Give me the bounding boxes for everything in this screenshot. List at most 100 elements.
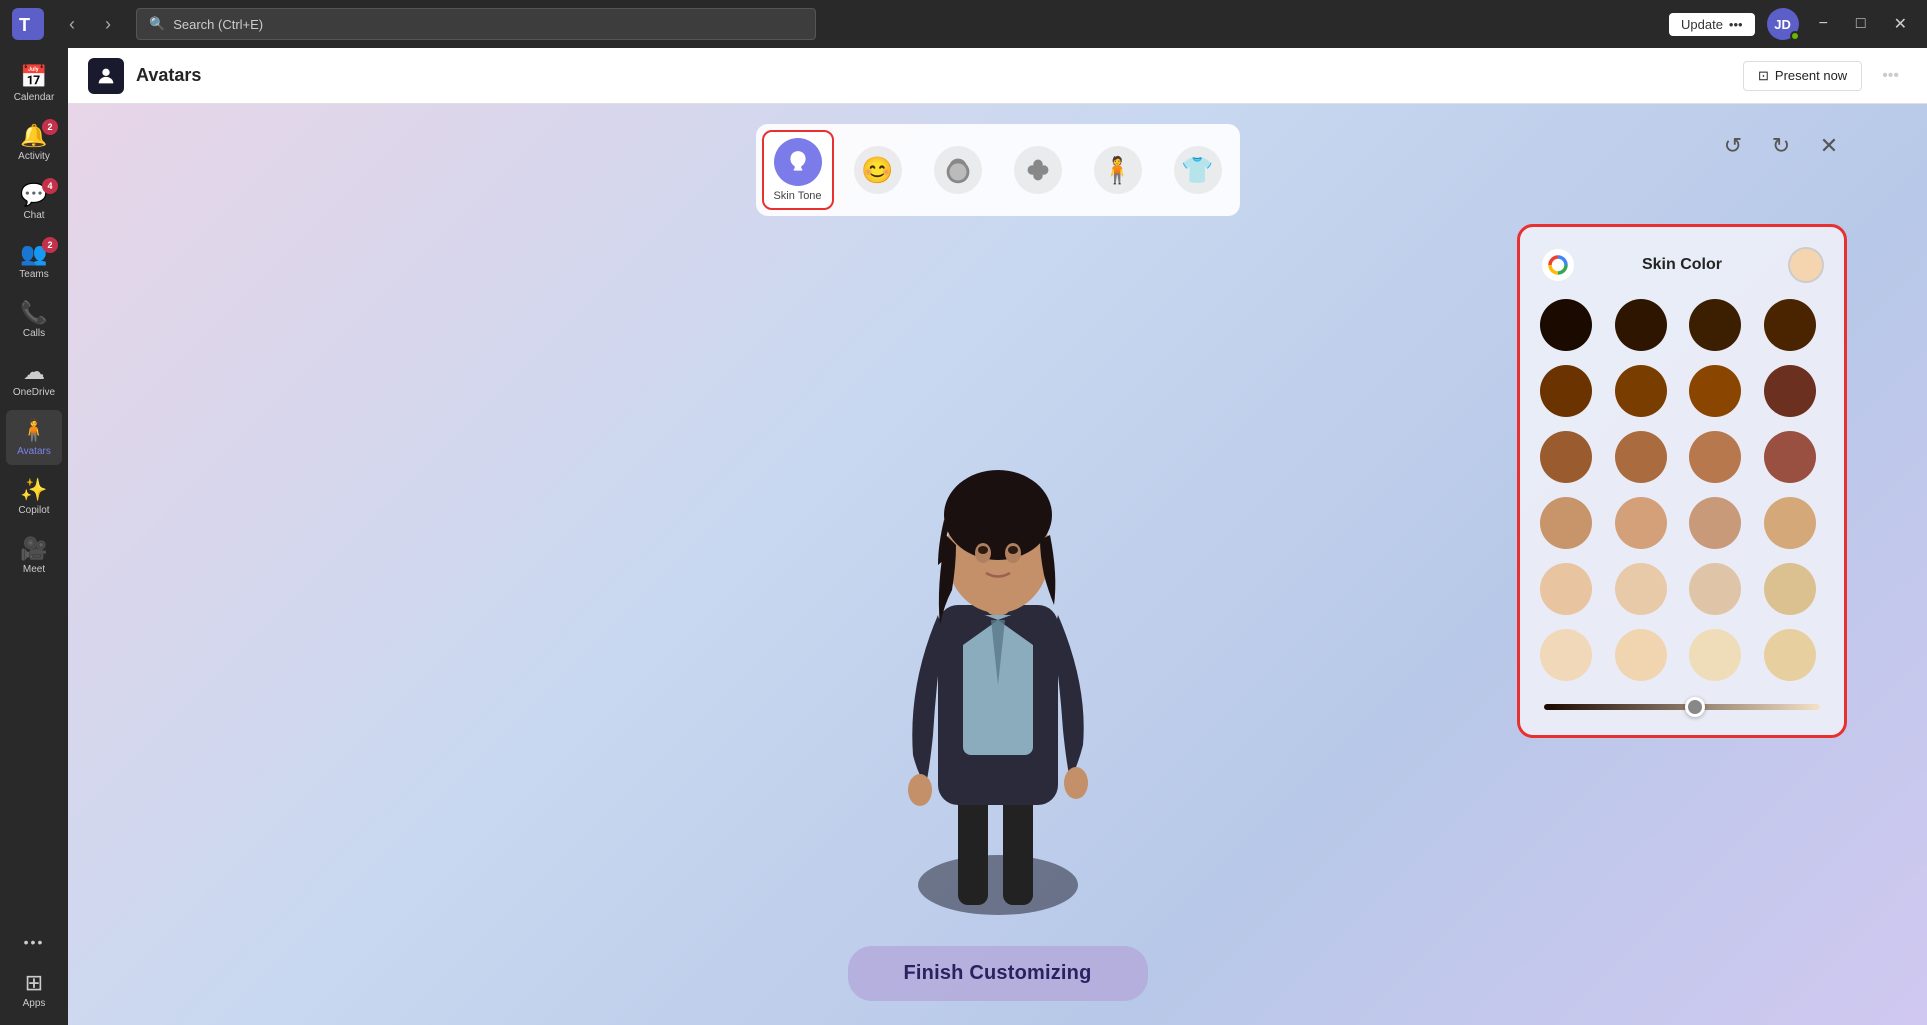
- toolbar-item-face[interactable]: 😊: [842, 130, 914, 210]
- sidebar-item-avatars[interactable]: 🧍 Avatars: [6, 410, 62, 465]
- main-container: 📅 Calendar 🔔 Activity 2 💬 Chat 4 👥 Teams…: [0, 48, 1927, 1025]
- sidebar-item-activity[interactable]: 🔔 Activity 2: [6, 115, 62, 170]
- color-swatch-16[interactable]: [1540, 563, 1592, 615]
- content-header: Avatars ⊡ Present now •••: [68, 48, 1927, 104]
- avatars-icon: 🧍: [20, 418, 47, 444]
- color-swatch-1[interactable]: [1615, 299, 1667, 351]
- sidebar-item-calendar[interactable]: 📅 Calendar: [6, 56, 62, 111]
- color-swatch-3[interactable]: [1764, 299, 1816, 351]
- color-swatch-6[interactable]: [1689, 365, 1741, 417]
- sidebar-item-onedrive[interactable]: ☁ OneDrive: [6, 351, 62, 406]
- hair-icon: [934, 146, 982, 194]
- search-bar[interactable]: 🔍 Search (Ctrl+E): [136, 8, 816, 40]
- color-swatch-5[interactable]: [1615, 365, 1667, 417]
- color-swatch-2[interactable]: [1689, 299, 1741, 351]
- sidebar-label-activity: Activity: [18, 151, 50, 162]
- forward-button[interactable]: ›: [92, 8, 124, 40]
- teams-badge: 2: [42, 237, 58, 253]
- calls-icon: 📞: [20, 300, 47, 326]
- online-status-badge: [1790, 31, 1800, 41]
- sidebar-item-teams[interactable]: 👥 Teams 2: [6, 233, 62, 288]
- skin-color-title: Skin Color: [1642, 256, 1722, 274]
- teams-app-logo: T: [12, 8, 44, 40]
- toolbar-item-outfit[interactable]: 👕: [1162, 130, 1234, 210]
- toolbar-item-body[interactable]: [1002, 130, 1074, 210]
- color-swatch-0[interactable]: [1540, 299, 1592, 351]
- workspace-controls: ↺ ↻ ✕: [1715, 128, 1847, 164]
- color-swatch-17[interactable]: [1615, 563, 1667, 615]
- sidebar-label-copilot: Copilot: [18, 505, 49, 516]
- svg-text:T: T: [19, 15, 30, 35]
- redo-button[interactable]: ↻: [1763, 128, 1799, 164]
- avatars-header-icon: [88, 58, 124, 94]
- sidebar-item-more[interactable]: •••: [6, 926, 62, 958]
- title-bar: T ‹ › 🔍 Search (Ctrl+E) Update ••• JD − …: [0, 0, 1927, 48]
- content-area: Avatars ⊡ Present now •••: [68, 48, 1927, 1025]
- header-more-button[interactable]: •••: [1874, 63, 1907, 89]
- color-swatch-11[interactable]: [1764, 431, 1816, 483]
- color-swatch-18[interactable]: [1689, 563, 1741, 615]
- present-now-button[interactable]: ⊡ Present now: [1743, 61, 1862, 91]
- color-swatch-4[interactable]: [1540, 365, 1592, 417]
- sidebar-item-calls[interactable]: 📞 Calls: [6, 292, 62, 347]
- sidebar-label-avatars: Avatars: [17, 446, 51, 457]
- color-swatch-7[interactable]: [1764, 365, 1816, 417]
- nav-buttons: ‹ ›: [56, 8, 124, 40]
- close-button[interactable]: ✕: [1886, 10, 1915, 38]
- color-swatch-9[interactable]: [1615, 431, 1667, 483]
- color-swatch-22[interactable]: [1689, 629, 1741, 681]
- undo-button[interactable]: ↺: [1715, 128, 1751, 164]
- meet-icon: 🎥: [20, 536, 47, 562]
- present-label: Present now: [1775, 68, 1847, 83]
- skin-color-panel: Skin Color: [1517, 224, 1847, 738]
- update-button[interactable]: Update •••: [1669, 13, 1755, 36]
- onedrive-icon: ☁: [23, 359, 45, 385]
- toolbar-item-skin-tone[interactable]: Skin Tone: [762, 130, 834, 210]
- avatar-figure: [838, 405, 1158, 965]
- sidebar-item-chat[interactable]: 💬 Chat 4: [6, 174, 62, 229]
- color-swatch-14[interactable]: [1689, 497, 1741, 549]
- sidebar-label-chat: Chat: [23, 210, 44, 221]
- toolbar-item-hair[interactable]: [922, 130, 994, 210]
- user-avatar[interactable]: JD: [1767, 8, 1799, 40]
- color-swatch-8[interactable]: [1540, 431, 1592, 483]
- apps-icon: ⊞: [25, 970, 43, 996]
- face-icon: 😊: [854, 146, 902, 194]
- skin-tone-icon: [774, 138, 822, 186]
- sidebar-label-calls: Calls: [23, 328, 45, 339]
- page-title: Avatars: [136, 65, 201, 86]
- present-icon: ⊡: [1758, 68, 1769, 84]
- outfit-icon: 👕: [1174, 146, 1222, 194]
- skin-panel-header: Skin Color: [1540, 247, 1824, 283]
- color-swatch-19[interactable]: [1764, 563, 1816, 615]
- search-placeholder: Search (Ctrl+E): [173, 17, 263, 32]
- back-button[interactable]: ‹: [56, 8, 88, 40]
- minimize-button[interactable]: −: [1811, 11, 1836, 37]
- color-swatch-12[interactable]: [1540, 497, 1592, 549]
- calendar-icon: 📅: [20, 64, 47, 90]
- title-bar-right: Update ••• JD − □ ✕: [1669, 8, 1915, 40]
- skin-tone-slider[interactable]: [1544, 704, 1820, 710]
- avatar-workspace: Skin Tone 😊: [68, 104, 1927, 1025]
- body-icon: [1014, 146, 1062, 194]
- sidebar-item-copilot[interactable]: ✨ Copilot: [6, 469, 62, 524]
- color-swatch-13[interactable]: [1615, 497, 1667, 549]
- finish-customizing-button[interactable]: Finish Customizing: [847, 946, 1147, 1001]
- header-right: ⊡ Present now •••: [1743, 61, 1907, 91]
- color-swatch-10[interactable]: [1689, 431, 1741, 483]
- color-swatch-21[interactable]: [1615, 629, 1667, 681]
- color-grid: [1540, 299, 1824, 681]
- finish-label: Finish Customizing: [903, 962, 1091, 984]
- color-swatch-15[interactable]: [1764, 497, 1816, 549]
- sidebar-label-onedrive: OneDrive: [13, 387, 55, 398]
- close-editor-button[interactable]: ✕: [1811, 128, 1847, 164]
- sidebar-item-apps[interactable]: ⊞ Apps: [6, 962, 62, 1017]
- customization-toolbar: Skin Tone 😊: [756, 124, 1240, 216]
- sidebar-label-meet: Meet: [23, 564, 45, 575]
- maximize-button[interactable]: □: [1848, 11, 1874, 37]
- color-swatch-20[interactable]: [1540, 629, 1592, 681]
- sidebar-item-meet[interactable]: 🎥 Meet: [6, 528, 62, 583]
- color-swatch-23[interactable]: [1764, 629, 1816, 681]
- toolbar-item-pose[interactable]: 🧍: [1082, 130, 1154, 210]
- selected-color-swatch: [1788, 247, 1824, 283]
